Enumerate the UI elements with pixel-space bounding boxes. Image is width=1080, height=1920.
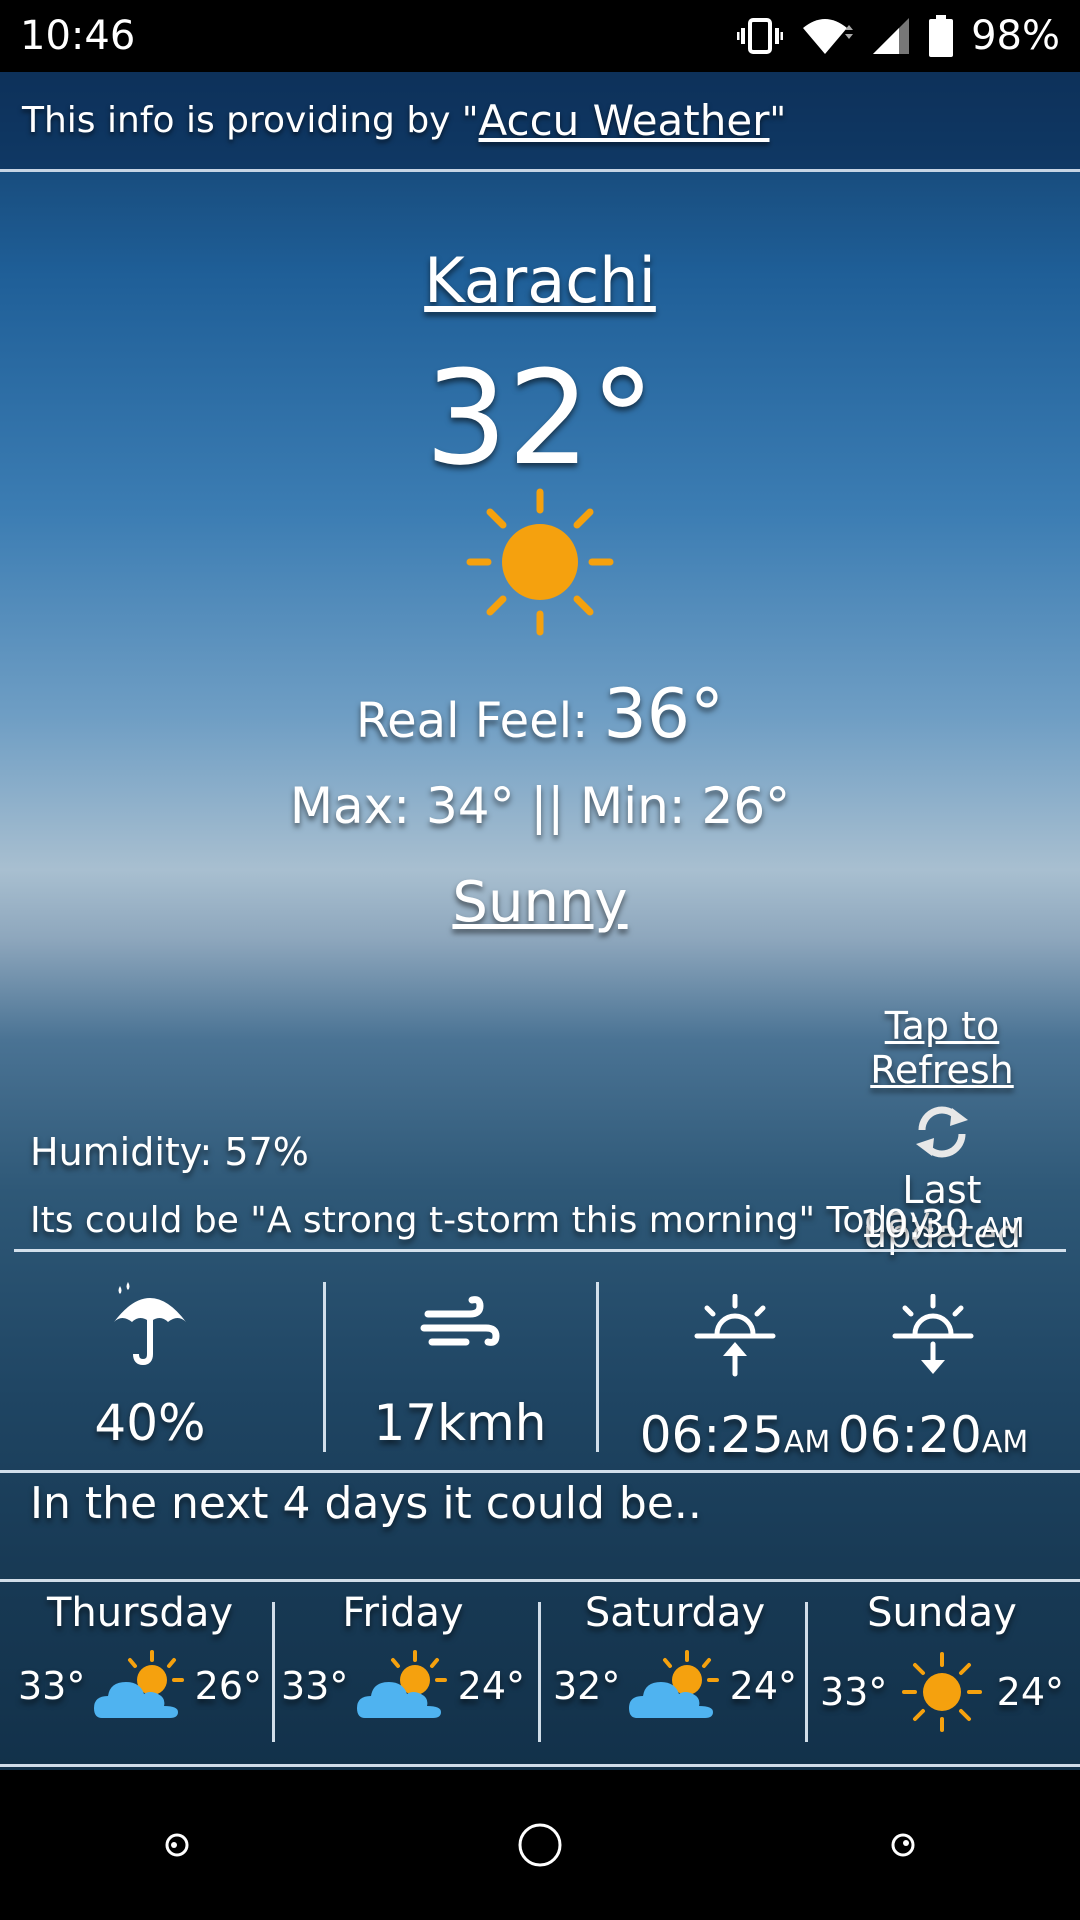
- partly-cloudy-icon: [357, 1650, 447, 1718]
- humidity: Humidity: 57%: [30, 1130, 309, 1174]
- sunrise-ampm: AM: [783, 1425, 831, 1460]
- refresh-icon[interactable]: [912, 1104, 972, 1160]
- sunrise-time-value: 06:25: [639, 1406, 784, 1464]
- forecast-low: 26°: [194, 1664, 262, 1708]
- divider: [0, 1470, 1080, 1473]
- forecast-day: Thursday 33° 26°: [10, 1590, 270, 1722]
- sunrise: 06:25AM: [630, 1293, 840, 1464]
- divider: [323, 1282, 326, 1452]
- forecast-day-name: Thursday: [47, 1590, 233, 1636]
- partly-cloudy-icon: [94, 1650, 184, 1718]
- forecast-day: Saturday 32° 24°: [545, 1590, 805, 1722]
- battery-icon: [929, 15, 954, 57]
- forecast-low: 24°: [457, 1664, 525, 1708]
- home-button[interactable]: [515, 1820, 565, 1870]
- attribution-bar: This info is providing by " Accu Weather…: [0, 72, 1080, 172]
- divider: [538, 1602, 541, 1742]
- recents-button[interactable]: [888, 1830, 918, 1860]
- divider: [0, 1579, 1080, 1582]
- real-feel: Real Feel: 36°: [0, 675, 1080, 754]
- sunrise-time: 06:25AM: [630, 1406, 840, 1464]
- status-icons: 98%: [737, 13, 1060, 59]
- forecast-day: Sunday 33° 24°: [812, 1590, 1072, 1734]
- status-time: 10:46: [20, 13, 136, 59]
- divider: [14, 1249, 1066, 1252]
- sunset-ampm: AM: [981, 1425, 1029, 1460]
- partly-cloudy-icon: [629, 1650, 719, 1718]
- attribution-suffix: ": [769, 100, 787, 141]
- weather-condition[interactable]: Sunny: [0, 870, 1080, 935]
- wind-speed-value: 17kmh: [373, 1394, 547, 1452]
- forecast-day-name: Friday: [342, 1590, 464, 1636]
- real-feel-value: 36°: [603, 675, 725, 754]
- divider: [596, 1282, 599, 1452]
- wifi-icon: [803, 19, 854, 54]
- forecast-high: 32°: [553, 1664, 621, 1708]
- sunset-time: 06:20AM: [828, 1406, 1038, 1464]
- divider: [0, 1764, 1080, 1767]
- last-updated-time: 10:30 AM: [822, 1202, 1062, 1246]
- divider: [805, 1602, 808, 1742]
- rain-chance: 40%: [40, 1282, 260, 1452]
- next-days-title: In the next 4 days it could be..: [30, 1478, 702, 1529]
- signal-icon: [873, 18, 910, 54]
- forecast-high: 33°: [820, 1670, 888, 1714]
- attribution-prefix: This info is providing by ": [22, 100, 479, 141]
- forecast-low: 24°: [996, 1670, 1064, 1714]
- wind-speed: 17kmh: [350, 1292, 570, 1452]
- forecast-high: 33°: [281, 1664, 349, 1708]
- sunset: 06:20AM: [828, 1293, 1038, 1464]
- sunset-time-value: 06:20: [837, 1406, 982, 1464]
- sun-icon: [466, 488, 614, 636]
- tap-to-refresh-link[interactable]: Tap to Refresh: [822, 1004, 1062, 1092]
- weather-app: This info is providing by " Accu Weather…: [0, 72, 1080, 1770]
- sunrise-icon: [694, 1293, 776, 1377]
- navigation-bar: [0, 1770, 1080, 1920]
- real-feel-label: Real Feel:: [355, 693, 604, 749]
- accuweather-link[interactable]: Accu Weather: [479, 96, 770, 145]
- forecast-day-name: Sunday: [867, 1590, 1017, 1636]
- status-bar: 10:46 98%: [0, 0, 1080, 72]
- battery-percent: 98%: [971, 13, 1060, 59]
- max-min-temperature: Max: 34° || Min: 26°: [289, 777, 791, 835]
- city-name[interactable]: Karachi: [0, 244, 1080, 317]
- vibrate-icon: [737, 18, 784, 54]
- forecast-low: 24°: [729, 1664, 797, 1708]
- wind-icon: [420, 1296, 500, 1346]
- umbrella-rain-icon: [114, 1282, 186, 1366]
- sunset-icon: [892, 1293, 974, 1374]
- today-forecast-text: Its could be "A strong t-storm this morn…: [30, 1200, 949, 1241]
- forecast-day-name: Saturday: [584, 1590, 766, 1636]
- rain-chance-value: 40%: [94, 1394, 206, 1452]
- back-button[interactable]: [162, 1830, 192, 1860]
- current-temperature: 32°: [424, 342, 656, 494]
- forecast-high: 33°: [18, 1664, 86, 1708]
- sun-icon: [902, 1652, 982, 1732]
- updated-time-value: 10:30: [859, 1202, 970, 1246]
- updated-time-ampm: AM: [981, 1211, 1025, 1244]
- forecast-day: Friday 33° 24°: [273, 1590, 533, 1722]
